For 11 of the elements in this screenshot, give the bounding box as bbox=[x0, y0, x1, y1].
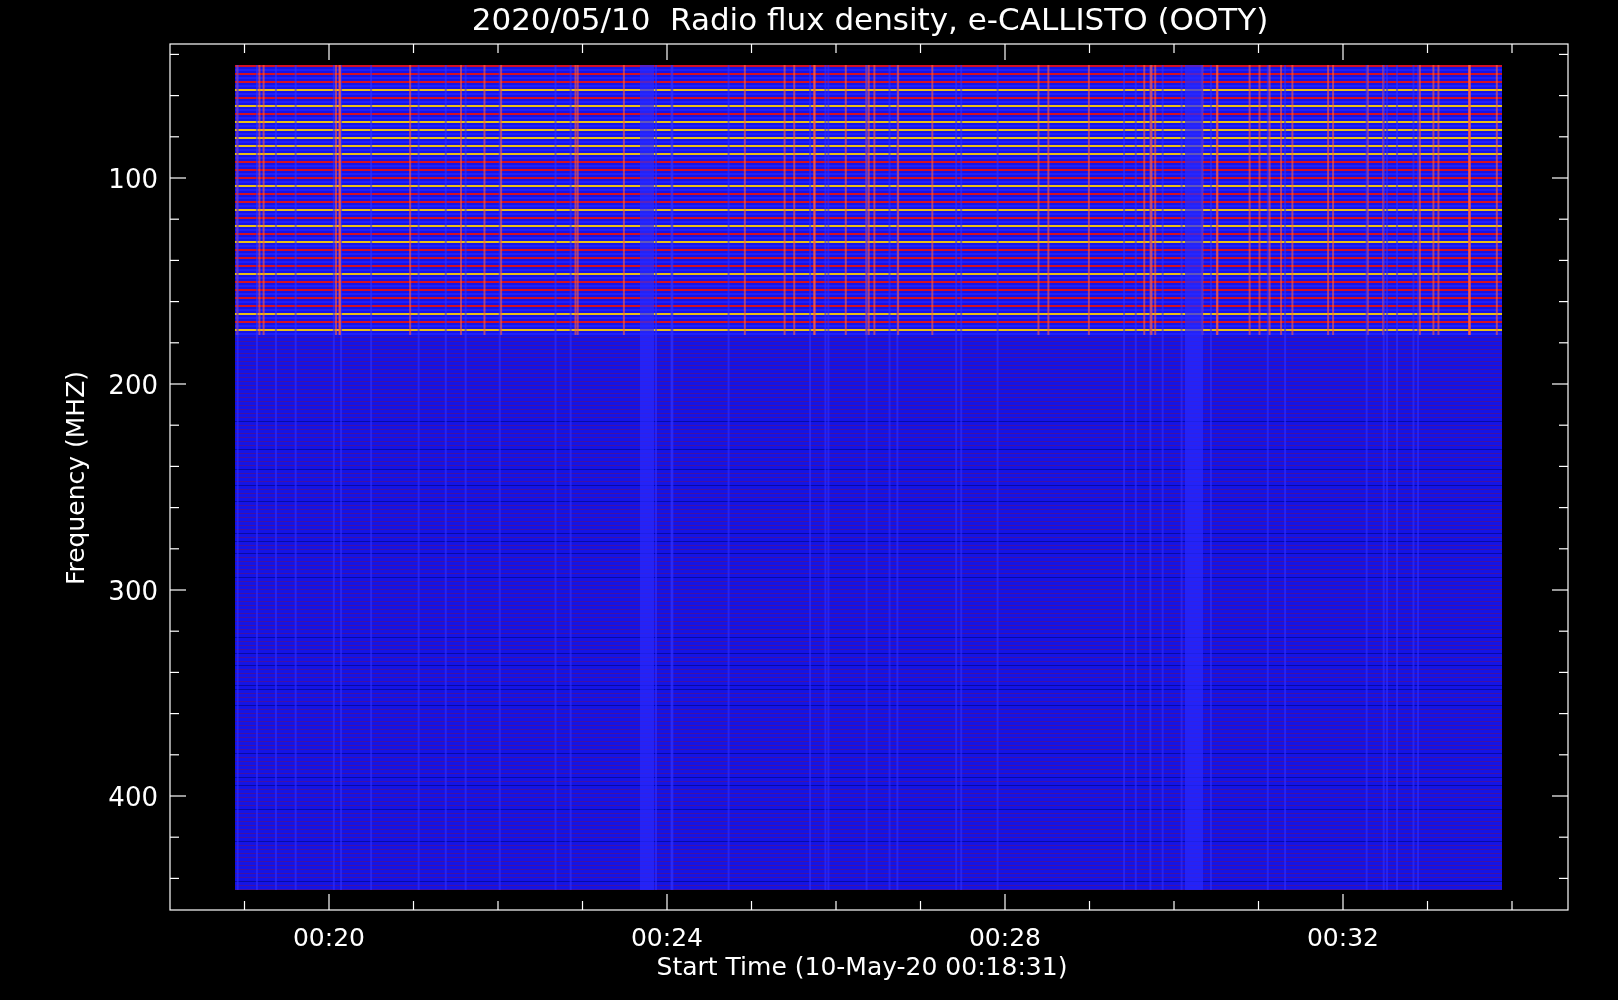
y-axis-label: Frequency (MHZ) bbox=[61, 370, 90, 586]
x-axis-label: Start Time (10-May-20 00:18:31) bbox=[656, 952, 1068, 981]
x-tick-label: 00:20 bbox=[293, 923, 365, 952]
y-tick-label: 300 bbox=[108, 576, 158, 606]
y-tick-label: 400 bbox=[108, 782, 158, 812]
y-tick-label: 200 bbox=[108, 370, 158, 400]
x-tick-label: 00:28 bbox=[969, 923, 1041, 952]
y-tick-label: 100 bbox=[108, 164, 158, 194]
chart-title: 2020/05/10 Radio flux density, e-CALLISTO (OOTY) bbox=[471, 1, 1269, 37]
x-tick-label: 00:24 bbox=[631, 923, 703, 952]
x-tick-label: 00:32 bbox=[1307, 923, 1379, 952]
